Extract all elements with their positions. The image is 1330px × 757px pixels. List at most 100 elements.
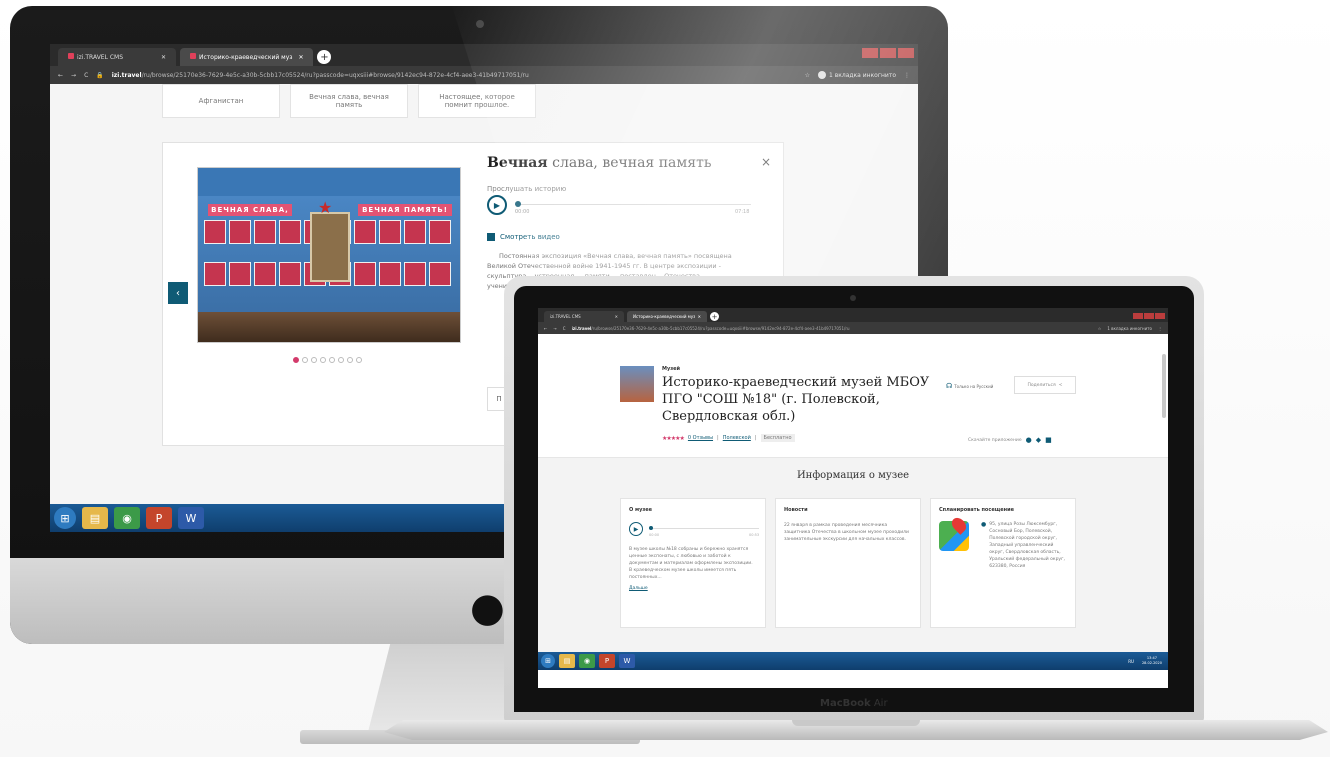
card-text: В музее школы №18 собраны и бережно хран…	[629, 547, 753, 580]
close-window-button[interactable]	[1155, 313, 1165, 319]
apple-icon[interactable]: ●	[1026, 436, 1032, 444]
close-window-button[interactable]	[898, 48, 914, 58]
system-clock[interactable]: 13:47 28.02.2020	[1142, 656, 1162, 666]
audio-scrubber[interactable]	[649, 526, 653, 530]
card-title: О музее	[629, 507, 653, 513]
imac-tab-cms[interactable]: izi.TRAVEL CMS ✕	[58, 48, 176, 66]
category-card[interactable]: Настоящее, которое помнит прошлое.	[418, 84, 536, 118]
audio-player: ▶ 00:00 00:53	[629, 522, 760, 542]
category-cards: Афганистан Вечная слава, вечная память Н…	[162, 84, 536, 118]
chrome-icon[interactable]: ◉	[114, 507, 140, 529]
location-icon: ●	[981, 521, 987, 528]
maximize-button[interactable]	[1144, 313, 1154, 319]
forward-icon[interactable]: →	[71, 72, 76, 79]
time-start: 00:00	[649, 533, 660, 537]
word-icon[interactable]: W	[619, 654, 635, 668]
red-star-icon: ★	[318, 198, 333, 217]
menu-dots-icon[interactable]: ⋮	[1158, 326, 1162, 331]
play-icon[interactable]: ▶	[487, 195, 507, 215]
close-icon[interactable]: ✕	[161, 54, 166, 61]
slide-dot[interactable]	[311, 357, 317, 363]
reload-icon[interactable]: C	[84, 72, 88, 79]
audio-scrubber[interactable]	[515, 201, 521, 207]
windows-icon[interactable]: ■	[1045, 436, 1052, 444]
android-icon[interactable]: ◆	[1036, 436, 1041, 444]
category-card[interactable]: Афганистан	[162, 84, 280, 118]
visit-card: Спланировать посещение ● 95, улица Розы Л…	[930, 498, 1076, 628]
time-start: 00:00	[515, 209, 530, 215]
back-icon[interactable]: ←	[544, 326, 547, 331]
prev-slide-button[interactable]: ‹	[168, 282, 188, 304]
play-icon[interactable]: ▶	[629, 522, 643, 536]
maximize-button[interactable]	[880, 48, 896, 58]
slide-dot[interactable]	[293, 357, 299, 363]
slide-dot[interactable]	[302, 357, 308, 363]
chrome-icon[interactable]: ◉	[579, 654, 595, 668]
slide-dot[interactable]	[320, 357, 326, 363]
language-indicator[interactable]: RU	[1128, 659, 1134, 664]
tab-label: Историко-краеведческий муз	[199, 54, 293, 61]
file-explorer-icon[interactable]: ▤	[82, 507, 108, 529]
mb-taskbar: ⊞ ▤ ◉ P W RU 13:47 28.02.2020	[538, 652, 1168, 670]
incognito-profile[interactable]: 1 вкладка инкогнито	[817, 71, 896, 79]
price-badge: Бесплатно	[760, 434, 795, 442]
minimize-button[interactable]	[862, 48, 878, 58]
mb-tab-museum[interactable]: Историко-краеведческий муз ✕	[627, 311, 707, 322]
exhibit-photo: ВЕЧНАЯ СЛАВА, ВЕЧНАЯ ПАМЯТЬ! ★	[197, 167, 461, 343]
powerpoint-icon[interactable]: P	[146, 507, 172, 529]
read-more-link[interactable]: Дальше	[629, 586, 648, 591]
menu-dots-icon[interactable]: ⋮	[904, 72, 910, 79]
banner-left: ВЕЧНАЯ СЛАВА,	[208, 204, 292, 216]
card-title: Спланировать посещение	[939, 507, 1014, 513]
download-apps: Скачайте приложение ● ◆ ■	[968, 436, 1052, 444]
scrollbar[interactable]	[1162, 354, 1166, 418]
slide-dot[interactable]	[329, 357, 335, 363]
url-field[interactable]: izi.travel/ru/browse/25170e36-7629-4e5c-…	[112, 72, 797, 79]
audio-track[interactable]	[649, 528, 759, 529]
window-controls	[1132, 313, 1165, 319]
slide-dot[interactable]	[347, 357, 353, 363]
close-icon[interactable]: ✕	[698, 314, 701, 319]
share-button[interactable]: Поделиться <	[1014, 376, 1076, 394]
windows-start-icon[interactable]: ⊞	[54, 507, 76, 529]
file-explorer-icon[interactable]: ▤	[559, 654, 575, 668]
url-field[interactable]: izi.travel/ru/browse/25170e36-7629-4e5c-…	[572, 326, 1092, 331]
language-info: ☊ Только на Русский	[946, 382, 994, 390]
slide-dot[interactable]	[338, 357, 344, 363]
imac-camera	[476, 20, 484, 28]
word-icon[interactable]: W	[178, 507, 204, 529]
bookmark-star-icon[interactable]: ☆	[1098, 326, 1102, 331]
windows-start-icon[interactable]: ⊞	[541, 654, 555, 668]
new-tab-button[interactable]: +	[317, 50, 332, 64]
reload-icon[interactable]: C	[563, 326, 566, 331]
time-end: 00:53	[749, 533, 760, 537]
mb-tab-cms[interactable]: izi.TRAVEL CMS ✕	[544, 311, 624, 322]
powerpoint-icon[interactable]: P	[599, 654, 615, 668]
new-tab-button[interactable]: +	[710, 312, 719, 321]
incognito-profile[interactable]: 1 вкладка инкогнито	[1107, 326, 1152, 331]
close-icon[interactable]: ✕	[298, 54, 303, 61]
listen-label: Прослушать историю	[487, 185, 567, 193]
banner-right: ВЕЧНАЯ ПАМЯТЬ!	[358, 204, 452, 216]
category-card[interactable]: Вечная слава, вечная память	[290, 84, 408, 118]
device-mockup-scene: izi.TRAVEL CMS ✕ Историко-краеведческий …	[0, 0, 1330, 757]
bookmark-star-icon[interactable]: ☆	[805, 72, 810, 79]
museum-meta: ★★★★★ 0 Отзывы | Полевской | Бесплатно	[662, 434, 795, 442]
close-icon[interactable]: ✕	[615, 314, 618, 319]
watch-video-link[interactable]: Смотреть видео	[487, 233, 560, 241]
slide-dots	[293, 357, 362, 363]
minimize-button[interactable]	[1133, 313, 1143, 319]
reviews-link[interactable]: 0 Отзывы	[688, 435, 713, 441]
forward-icon[interactable]: →	[553, 326, 556, 331]
time-end: 07:18	[735, 209, 750, 215]
tab-label: izi.TRAVEL CMS	[550, 314, 581, 319]
imac-tab-museum[interactable]: Историко-краеведческий муз ✕	[180, 48, 314, 66]
rating-stars: ★★★★★	[662, 434, 685, 442]
audio-track[interactable]	[515, 204, 751, 205]
section-title: Информация о музее	[796, 470, 910, 481]
city-link[interactable]: Полевской	[723, 435, 751, 441]
close-popup-button[interactable]: ×	[761, 155, 771, 169]
macbook-notch	[792, 720, 920, 726]
back-icon[interactable]: ←	[58, 72, 63, 79]
slide-dot[interactable]	[356, 357, 362, 363]
